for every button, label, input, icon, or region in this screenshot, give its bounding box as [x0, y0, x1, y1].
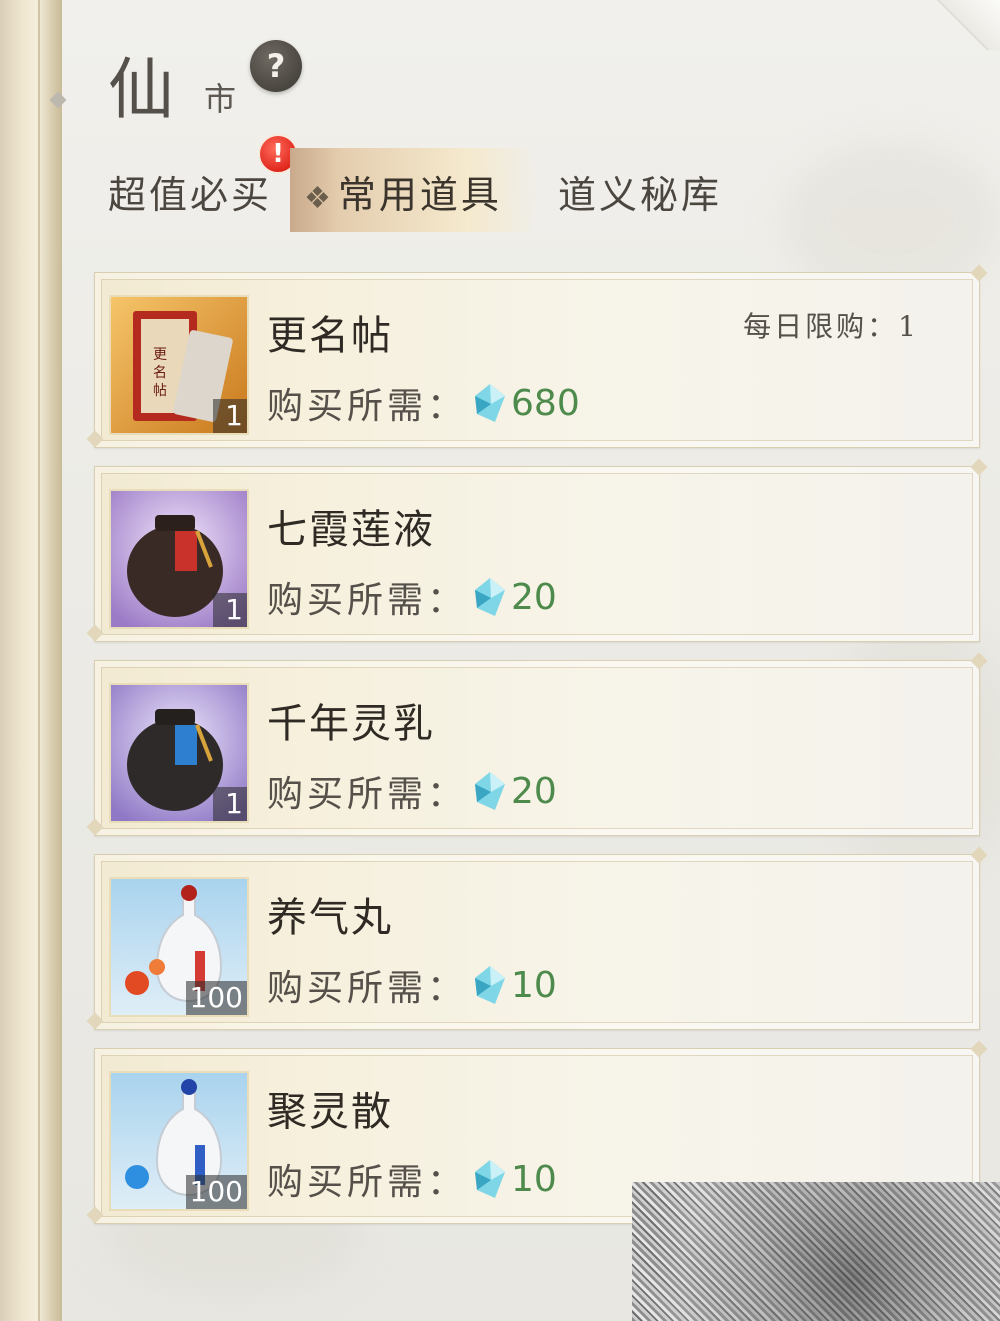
- jade-gem-icon: [475, 966, 506, 1004]
- daily-limit-value: 1: [898, 310, 919, 343]
- price-row: 购买所需： 10: [267, 959, 557, 1011]
- tab-label: 道义秘库: [558, 173, 723, 217]
- item-count: 1: [213, 593, 247, 627]
- blue-jar-icon: 1: [109, 683, 249, 823]
- tab-label: 常用道具: [337, 173, 502, 217]
- item-count: 1: [213, 787, 247, 821]
- item-name: 千年灵乳: [267, 701, 435, 747]
- shop-item-qixia-lotus[interactable]: 1 七霞莲液 购买所需： 20: [86, 458, 988, 642]
- red-vase-pill-icon: 100: [109, 877, 249, 1017]
- tab-common-items[interactable]: ❖ 常用道具: [304, 164, 502, 219]
- price-value: 10: [511, 964, 557, 1006]
- item-count: 100: [185, 1175, 247, 1209]
- jade-gem-icon: [475, 384, 506, 422]
- blue-vase-pill-icon: 100: [109, 1071, 249, 1211]
- title-main: 仙: [108, 51, 176, 128]
- red-jar-icon: 1: [109, 489, 249, 629]
- jade-gem-icon: [475, 772, 506, 810]
- daily-limit: 每日限购：1: [743, 310, 919, 343]
- page-fold: [930, 0, 1000, 50]
- item-count: 1: [213, 399, 247, 433]
- item-name: 更名帖: [267, 313, 393, 359]
- price-row: 购买所需： 680: [267, 377, 580, 429]
- shop-item-qi-pill[interactable]: 100 养气丸 购买所需： 10: [86, 846, 988, 1030]
- price-row: 购买所需： 20: [267, 571, 557, 623]
- jade-gem-icon: [475, 1160, 506, 1198]
- price-label: 购买所需：: [267, 1162, 468, 1203]
- book-spine: [0, 0, 62, 1321]
- price-row: 购买所需： 10: [267, 1153, 557, 1205]
- price-label: 购买所需：: [267, 386, 468, 427]
- jade-gem-icon: [475, 578, 506, 616]
- item-name: 聚灵散: [267, 1089, 393, 1135]
- svg-text:名: 名: [153, 365, 167, 381]
- tab-best-value[interactable]: 超值必买: [108, 164, 272, 219]
- price-value: 20: [511, 770, 557, 812]
- obscured-noise-patch: [632, 1182, 1000, 1321]
- svg-text:帖: 帖: [153, 383, 167, 399]
- tab-marker-icon: ❖: [304, 181, 334, 216]
- shop-item-millennium-milk[interactable]: 1 千年灵乳 购买所需： 20: [86, 652, 988, 836]
- shop-item-rename-card[interactable]: 更 名 帖 1 更名帖 每日限购：1 购买所需： 680: [86, 264, 988, 448]
- rename-card-icon: 更 名 帖 1: [109, 295, 249, 435]
- price-label: 购买所需：: [267, 968, 468, 1009]
- price-value: 20: [511, 576, 557, 618]
- item-name: 养气丸: [267, 895, 393, 941]
- shop-tabs: 超值必买 ! ❖ 常用道具 道义秘库: [100, 134, 980, 240]
- help-button[interactable]: ?: [250, 40, 302, 92]
- tab-label: 超值必买: [108, 173, 273, 217]
- price-row: 购买所需： 20: [267, 765, 557, 817]
- price-label: 购买所需：: [267, 774, 468, 815]
- item-name: 七霞莲液: [267, 507, 435, 553]
- title-sub: 市: [204, 80, 237, 118]
- page-title: 仙 市 ?: [100, 18, 360, 128]
- price-value: 680: [511, 382, 580, 424]
- price-label: 购买所需：: [267, 580, 468, 621]
- tab-secret-vault[interactable]: 道义秘库: [558, 164, 722, 219]
- svg-text:更: 更: [153, 347, 167, 363]
- question-icon: ?: [266, 47, 286, 85]
- price-value: 10: [511, 1158, 557, 1200]
- item-count: 100: [185, 981, 247, 1015]
